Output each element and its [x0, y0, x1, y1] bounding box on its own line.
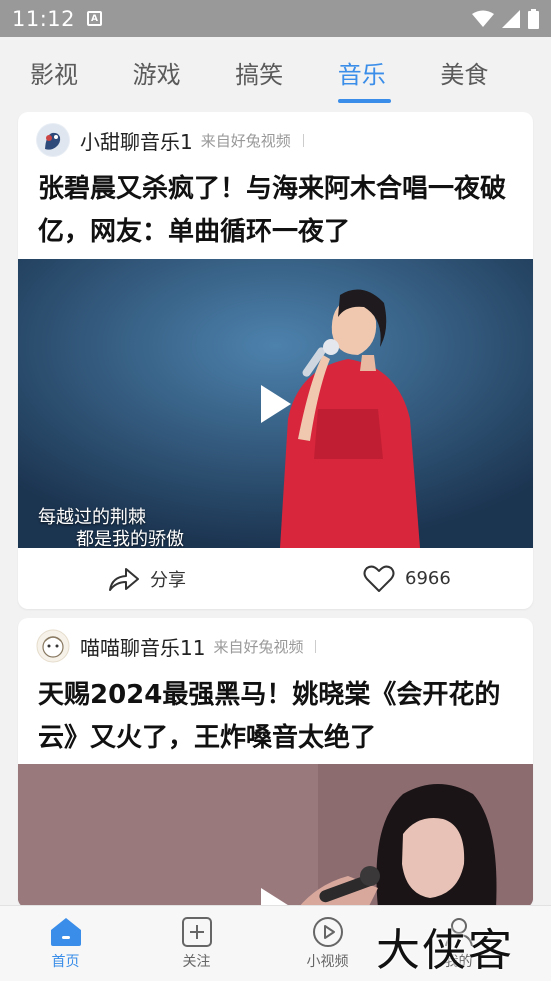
active-tab-indicator [337, 99, 391, 103]
avatar[interactable] [36, 123, 70, 157]
play-icon[interactable] [261, 385, 291, 423]
tab-label: 搞笑 [235, 61, 284, 89]
tab-label: 游戏 [132, 61, 181, 89]
keyboard-a-icon: A [87, 11, 103, 26]
nav-label: 小视频 [306, 953, 349, 970]
heart-icon [363, 565, 395, 592]
tab-games[interactable]: 游戏 [133, 37, 236, 108]
author-row: 小甜聊音乐1 来自好兔视频 [18, 112, 533, 168]
play-circle-icon [312, 916, 343, 947]
tab-food[interactable]: 美食 [440, 37, 543, 108]
watermark: 大侠客 [376, 925, 514, 976]
divider [302, 133, 304, 147]
like-count: 6966 [405, 568, 451, 589]
author-name[interactable]: 喵喵聊音乐11 [80, 632, 205, 661]
plus-square-icon [181, 916, 212, 947]
source-label: 来自好兔视频 [213, 637, 304, 656]
tab-film[interactable]: 影视 [30, 37, 133, 108]
share-button[interactable]: 分享 [108, 566, 186, 592]
video-caption: 都是我的骄傲 [76, 529, 184, 548]
video-thumbnail[interactable]: 每越过的荆棘 都是我的骄傲 [18, 259, 533, 548]
nav-short-video[interactable]: 小视频 [262, 906, 393, 981]
status-left: 11:12 A [12, 6, 103, 31]
status-right [472, 8, 539, 29]
like-button[interactable]: 6966 [363, 565, 451, 593]
nav-follow[interactable]: 关注 [131, 906, 262, 981]
video-thumbnail[interactable] [18, 764, 533, 908]
divider [315, 639, 317, 653]
source-label: 来自好兔视频 [200, 131, 291, 150]
tab-funny[interactable]: 搞笑 [235, 37, 338, 108]
avatar-cat-icon [37, 124, 69, 156]
singer-illustration [18, 764, 533, 908]
status-time: 11:12 [12, 6, 76, 31]
tab-label: 影视 [30, 61, 78, 89]
home-icon [50, 917, 81, 946]
battery-icon [528, 8, 539, 29]
tab-music[interactable]: 音乐 [337, 37, 441, 108]
status-bar: 11:12 A [0, 0, 551, 37]
wifi-icon [472, 10, 494, 27]
author-row: 喵喵聊音乐11 来自好兔视频 [18, 618, 533, 674]
nav-label: 关注 [182, 953, 211, 970]
nav-label: 首页 [51, 953, 80, 970]
avatar-sheep-icon [36, 629, 70, 663]
signal-icon [502, 9, 520, 28]
share-icon [109, 567, 139, 591]
author-name[interactable]: 小甜聊音乐1 [80, 126, 193, 155]
avatar[interactable] [36, 629, 70, 663]
tab-label: 美食 [440, 61, 489, 89]
category-tabs: 影视 游戏 搞笑 音乐 美食 [0, 37, 551, 108]
share-label: 分享 [150, 569, 186, 591]
feed-card[interactable]: 小甜聊音乐1 来自好兔视频 张碧晨又杀疯了！与海来阿木合唱一夜破亿，网友：单曲循… [18, 112, 533, 609]
nav-home[interactable]: 首页 [0, 906, 131, 981]
feed-card[interactable]: 喵喵聊音乐11 来自好兔视频 天赐2024最强黑马！姚晓棠《会开花的云》又火了，… [18, 618, 533, 908]
tab-label: 音乐 [337, 61, 386, 89]
card-actions: 分享 6966 [18, 548, 533, 609]
post-title[interactable]: 张碧晨又杀疯了！与海来阿木合唱一夜破亿，网友：单曲循环一夜了 [18, 168, 533, 254]
post-title[interactable]: 天赐2024最强黑马！姚晓棠《会开花的云》又火了，王炸嗓音太绝了 [18, 674, 533, 760]
